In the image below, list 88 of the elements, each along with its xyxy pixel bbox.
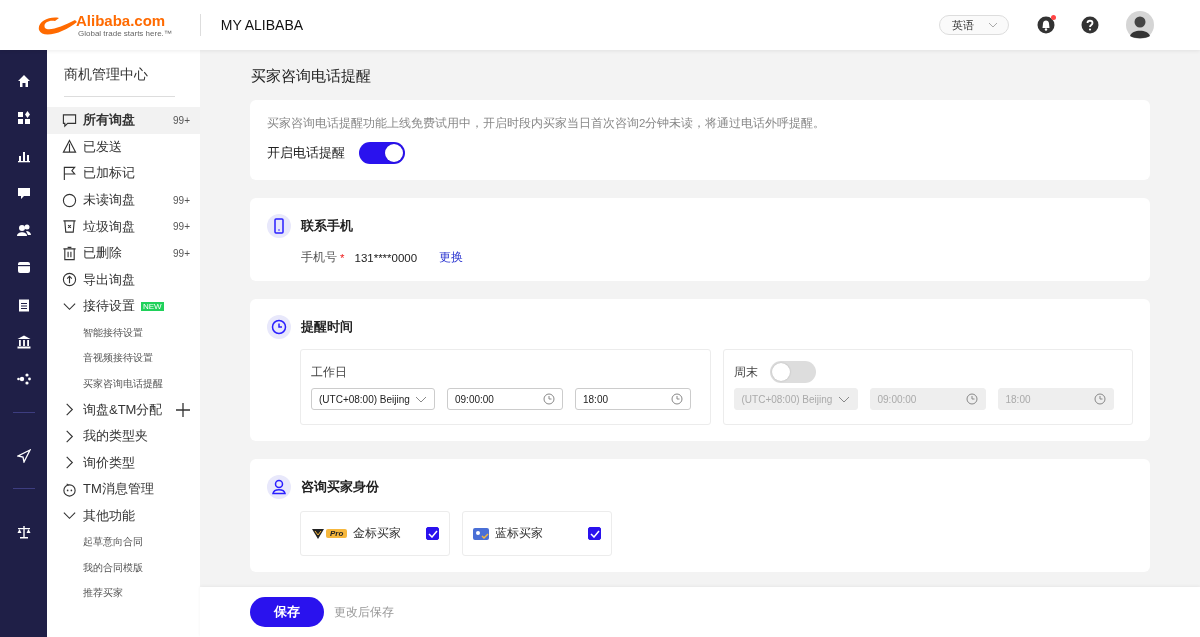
start-time-field[interactable]: 09:00:00 <box>447 388 563 410</box>
page-title: 买家咨询电话提醒 <box>250 66 372 86</box>
switch-label: 开启电话提醒 <box>267 144 345 162</box>
end-time-field[interactable]: 18:00 <box>575 388 691 410</box>
sidebar-item[interactable]: 已发送 <box>47 133 200 161</box>
upload-icon <box>62 272 77 288</box>
section-title: 提醒时间 <box>301 318 353 336</box>
required-mark: * <box>340 251 345 264</box>
chevron-down-icon <box>415 395 427 403</box>
sidebar-item[interactable]: 垃圾询盘 99+ <box>47 213 200 240</box>
option-label: 蓝标买家 <box>495 525 544 542</box>
sidebar-item[interactable]: 已加标记 <box>47 160 200 187</box>
checkbox[interactable] <box>588 527 601 540</box>
chevron-down-icon <box>837 395 850 403</box>
warning-triangle-icon <box>62 139 77 155</box>
circle-icon <box>62 192 77 208</box>
grid-icon[interactable] <box>16 111 31 126</box>
scale-icon[interactable] <box>16 524 31 539</box>
sidebar-item[interactable]: TM消息管理 <box>47 476 200 503</box>
clock-icon <box>671 393 683 405</box>
sidebar-subitem[interactable]: 智能接待设置 <box>62 319 190 346</box>
sidebar-group[interactable]: 我的类型夹 <box>47 422 200 450</box>
logo-wordmark: Alibaba.com <box>76 12 167 29</box>
sidebar-group[interactable]: 其他功能 <box>47 502 200 530</box>
buyer-option[interactable]: 蓝标买家 <box>462 511 612 556</box>
language-select[interactable]: 英语 <box>939 15 1009 35</box>
spam-box-icon <box>62 219 77 235</box>
phone-number: 131****0000 <box>354 251 418 264</box>
count-label: 99+ <box>173 114 190 126</box>
user-icon <box>267 475 291 499</box>
help-icon <box>1081 16 1099 34</box>
count-label: 99+ <box>173 194 190 206</box>
sidebar-group[interactable]: 接待设置 NEW <box>47 293 200 320</box>
option-label: 金标买家 <box>353 525 403 542</box>
clock-icon <box>965 393 978 405</box>
buyer-option[interactable]: Pro 金标买家 <box>300 511 450 556</box>
change-link[interactable]: 更换 <box>439 250 464 265</box>
clipboard-icon[interactable] <box>16 297 31 312</box>
diamond-icon <box>311 527 325 540</box>
sidebar-subitem[interactable]: 买家咨询电话提醒 <box>62 370 190 397</box>
id-card-icon <box>473 527 489 540</box>
sidebar-item[interactable]: 未读询盘 99+ <box>47 186 200 214</box>
sidebar-group[interactable]: 询价类型 <box>47 449 200 477</box>
plus-icon[interactable] <box>176 402 190 417</box>
count-label: 99+ <box>173 221 190 233</box>
logo-tagline: Global trade starts here.™ <box>78 28 172 38</box>
panel-label: 周末 <box>733 363 758 381</box>
sidebar-subitem[interactable]: 起草意向合同 <box>62 529 190 555</box>
people-icon[interactable] <box>16 223 31 238</box>
home-icon[interactable] <box>16 74 31 88</box>
sidebar-item[interactable]: 所有询盘 99+ <box>47 107 200 134</box>
section-title: 咨询买家身份 <box>301 478 379 496</box>
checkbox[interactable] <box>426 527 439 540</box>
panel-label: 工作日 <box>311 363 347 381</box>
robot-face-icon <box>62 481 77 497</box>
avatar-icon <box>1126 11 1154 39</box>
network-icon[interactable] <box>16 372 31 387</box>
sidebar-title: 商机管理中心 <box>63 65 149 84</box>
timezone-select[interactable]: (UTC+08:00) Beijing <box>311 388 435 410</box>
notice-text: 买家咨询电话提醒功能上线免费试用中，开启时段内买家当日首次咨询2分钟未读，将通过电话外呼提醒。 <box>267 116 827 131</box>
app-title: MY ALIBABA <box>220 17 304 33</box>
toggle-switch[interactable] <box>359 142 405 164</box>
chat-bubble-icon <box>62 112 77 128</box>
pro-badge: Pro <box>326 529 348 538</box>
clock-icon <box>543 393 555 405</box>
save-hint: 更改后保存 <box>334 604 394 620</box>
phone-icon <box>267 214 291 238</box>
section-title: 联系手机 <box>301 217 353 235</box>
sidebar-group[interactable]: 询盘&TM分配 <box>47 396 200 423</box>
count-label: 99+ <box>173 247 190 259</box>
clock-icon <box>1093 393 1106 405</box>
chat-icon[interactable] <box>16 185 31 200</box>
bell-icon <box>1037 16 1055 34</box>
bank-icon[interactable] <box>16 335 31 350</box>
sidebar-item[interactable]: 导出询盘 <box>47 266 200 294</box>
send-icon[interactable] <box>16 448 31 463</box>
sidebar-subitem[interactable]: 音视频接待设置 <box>62 345 190 371</box>
flag-icon <box>62 166 77 181</box>
save-button[interactable]: 保存 <box>250 597 324 627</box>
field-label: 手机号 <box>301 250 337 265</box>
chevron-down-icon <box>988 22 998 28</box>
store-icon[interactable] <box>16 260 31 275</box>
new-badge: NEW <box>141 301 164 311</box>
clock-icon <box>267 315 291 339</box>
trash-icon <box>62 245 77 261</box>
sidebar-subitem[interactable]: 推荐买家 <box>62 580 190 606</box>
sidebar-subitem[interactable]: 我的合同模版 <box>62 554 190 581</box>
sidebar-item[interactable]: 已删除 99+ <box>47 239 200 267</box>
